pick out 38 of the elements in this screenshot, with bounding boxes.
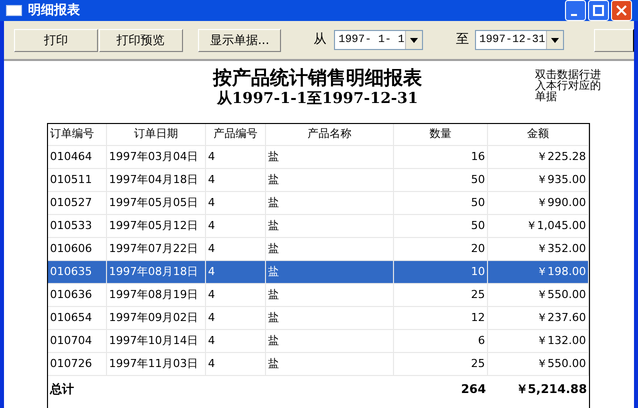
- close-icon: [616, 5, 627, 16]
- table-cell: 盐: [266, 353, 394, 376]
- report-subtitle: 从1997-1-1至1997-12-31: [216, 89, 418, 108]
- report-title: 按产品统计销售明细报表: [213, 67, 422, 89]
- toolbar-button[interactable]: 显示单据...: [198, 28, 282, 52]
- minimize-button[interactable]: [565, 0, 586, 21]
- table-row[interactable]: 010533 1997年05月12日 4 盐 50 ￥1,045.00: [48, 215, 589, 238]
- table-row[interactable]: 010606 1997年07月22日 4 盐 20 ￥352.00: [48, 238, 589, 261]
- table-row[interactable]: 010726 1997年11月03日 4 盐 25 ￥550.00: [48, 353, 589, 376]
- window-icon: [6, 5, 22, 16]
- toolbar-button[interactable]: [594, 28, 634, 52]
- hint-text: 双击数据行进入本行对应的单据: [535, 69, 602, 102]
- toolbar-button[interactable]: 打印: [14, 28, 98, 52]
- table-cell: 25: [394, 353, 488, 376]
- table-row[interactable]: 010654 1997年09月02日 4 盐 12 ￥237.60: [48, 307, 589, 330]
- from-label: 从: [313, 31, 326, 50]
- table-row[interactable]: 010527 1997年05月05日 4 盐 50 ￥990.00: [48, 192, 589, 215]
- total-label: 总计: [48, 380, 75, 398]
- table-row[interactable]: 010511 1997年04月18日 4 盐 50 ￥935.00: [48, 169, 589, 192]
- toolbar-button[interactable]: 打印预览: [98, 28, 183, 52]
- from-date-dropdown[interactable]: 1997- 1- 1: [334, 30, 424, 50]
- to-date-dropdown[interactable]: 1997-12-31: [475, 30, 564, 50]
- table-row[interactable]: 010636 1997年08月19日 4 盐 25 ￥550.00: [48, 284, 589, 307]
- to-label: 至: [456, 31, 470, 50]
- close-button[interactable]: [611, 0, 632, 21]
- table-row[interactable]: 010704 1997年10月14日 4 盐 6 ￥132.00: [48, 330, 589, 353]
- table-cell: 4: [206, 353, 266, 376]
- table-row[interactable]: 010635 1997年08月18日 4 盐 10 ￥198.00: [48, 261, 589, 284]
- maximize-icon: [593, 5, 604, 16]
- minimize-icon: [570, 14, 576, 16]
- total-quantity: 264: [460, 380, 487, 398]
- table-cell: 010726: [48, 353, 107, 376]
- table-cell: ￥550.00: [488, 353, 589, 376]
- maximize-button[interactable]: [588, 0, 609, 21]
- table-cell: 1997年11月03日: [107, 353, 206, 376]
- total-amount: ￥5,214.88: [514, 380, 588, 398]
- window-title: 明细报表: [28, 2, 81, 20]
- table-row[interactable]: 010464 1997年03月04日 4 盐 16 ￥225.28: [48, 146, 589, 169]
